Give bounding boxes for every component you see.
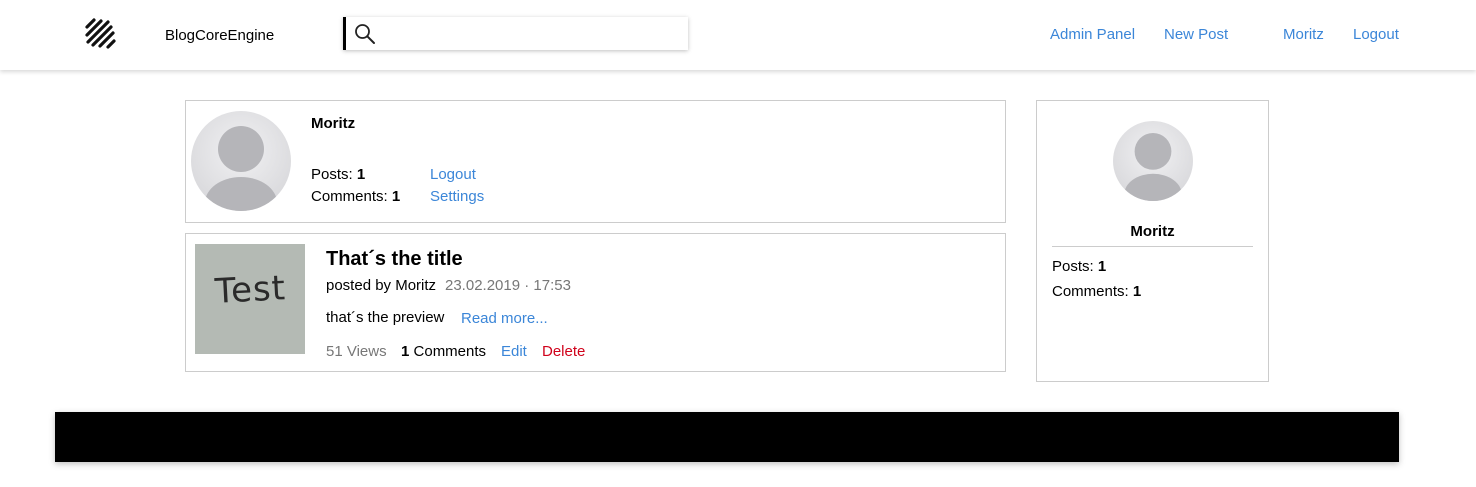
search-input[interactable] — [384, 21, 679, 46]
search-box[interactable] — [343, 17, 688, 50]
profile-posts-stat: Posts: 1 — [311, 166, 365, 183]
post-date: 23.02.2019 · 17:53 — [445, 277, 571, 294]
profile-name: Moritz — [311, 115, 356, 132]
post-thumbnail[interactable]: Test — [195, 244, 305, 354]
post-comments-label: Comments — [413, 343, 487, 360]
sidebar-posts-label: Posts: — [1052, 258, 1094, 275]
avatar — [191, 111, 291, 211]
thumbnail-handwriting: Test — [214, 268, 287, 312]
sidebar-comments-count: 1 — [1132, 283, 1142, 300]
nav-logout-link[interactable]: Logout — [1353, 26, 1399, 43]
edit-post-link[interactable]: Edit — [501, 343, 527, 360]
post-preview: that´s the preview — [326, 309, 445, 326]
sidebar-posts-stat: Posts: 1 — [1052, 258, 1106, 275]
post-views: 51 Views — [326, 343, 387, 360]
nav-new-post-link[interactable]: New Post — [1164, 26, 1228, 43]
brand-name[interactable]: BlogCoreEngine — [165, 27, 274, 44]
comments-label: Comments: — [311, 188, 388, 205]
sidebar-posts-count: 1 — [1097, 258, 1107, 275]
nav-user-link[interactable]: Moritz — [1283, 26, 1324, 43]
profile-comments-stat: Comments: 1 — [311, 188, 400, 205]
posts-label: Posts: — [311, 166, 353, 183]
sidebar-profile-card: Moritz Posts: 1 Comments: 1 — [1036, 100, 1269, 382]
post-comments[interactable]: 1 Comments — [401, 343, 486, 360]
post-title[interactable]: That´s the title — [326, 248, 463, 271]
delete-post-link[interactable]: Delete — [542, 343, 585, 360]
post-comments-count: 1 — [401, 343, 410, 360]
search-icon — [355, 24, 375, 44]
sidebar-comments-stat: Comments: 1 — [1052, 283, 1141, 300]
post-author: posted by Moritz — [326, 277, 437, 294]
nav-admin-panel-link[interactable]: Admin Panel — [1050, 26, 1135, 43]
top-navbar: BlogCoreEngine Admin Panel New Post Mori… — [0, 0, 1476, 70]
logo-icon[interactable] — [84, 18, 117, 51]
footer-bar — [55, 412, 1399, 462]
sidebar-avatar — [1113, 121, 1193, 201]
profile-card: Moritz Posts: 1 Comments: 1 Logout Setti… — [185, 100, 1006, 223]
comments-count: 1 — [391, 188, 401, 205]
sidebar-name: Moritz — [1130, 223, 1175, 240]
sidebar-divider — [1052, 246, 1253, 247]
profile-settings-link[interactable]: Settings — [430, 188, 484, 205]
post-card: Test That´s the title posted by Moritz 2… — [185, 233, 1006, 372]
sidebar-comments-label: Comments: — [1052, 283, 1129, 300]
read-more-link[interactable]: Read more... — [461, 310, 548, 327]
profile-logout-link[interactable]: Logout — [430, 166, 476, 183]
posts-count: 1 — [356, 166, 366, 183]
